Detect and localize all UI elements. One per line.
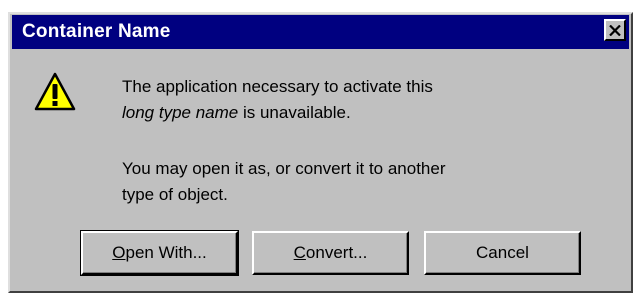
warning-icon bbox=[34, 72, 76, 111]
open-with-label: pen With... bbox=[125, 243, 207, 262]
message-line: The application necessary to activate th… bbox=[122, 77, 433, 96]
message-line: long type name is unavailable. bbox=[122, 100, 433, 126]
message-line: type of object. bbox=[122, 185, 228, 204]
message-line-rest: is unavailable. bbox=[238, 103, 351, 122]
type-name-text: long type name bbox=[122, 103, 239, 122]
cancel-button[interactable]: Cancel bbox=[424, 231, 581, 275]
window-title: Container Name bbox=[22, 21, 171, 42]
cancel-label: Cancel bbox=[476, 243, 529, 262]
open-with-mnemonic: O bbox=[112, 243, 126, 262]
close-button[interactable] bbox=[604, 19, 626, 41]
dialog-window: Container Name The application necessary… bbox=[8, 12, 633, 293]
message-line: You may open it as, or convert it to ano… bbox=[122, 159, 446, 178]
open-with-button[interactable]: Open With... bbox=[80, 230, 239, 276]
convert-button[interactable]: Convert... bbox=[252, 231, 409, 275]
message-options: You may open it as, or convert it to ano… bbox=[122, 156, 446, 208]
close-icon bbox=[609, 24, 621, 36]
convert-label: onvert... bbox=[305, 243, 368, 262]
title-bar[interactable]: Container Name bbox=[12, 15, 629, 49]
message-unavailable: The application necessary to activate th… bbox=[122, 74, 433, 126]
convert-mnemonic: C bbox=[293, 243, 306, 262]
